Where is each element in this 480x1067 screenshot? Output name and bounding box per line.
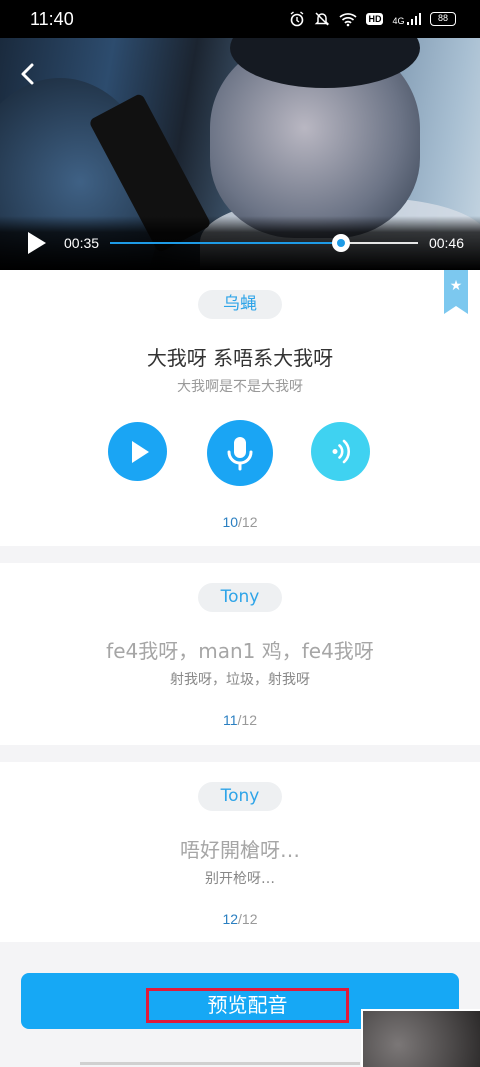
dub-line-card[interactable]: Tony fe4我呀，man1 鸡，fe4我呀 射我呀，垃圾，射我呀 11/12 xyxy=(0,563,480,745)
status-bar: 11:40 HD 4G 88 xyxy=(0,0,480,38)
status-time: 11:40 xyxy=(30,9,74,29)
line-counter: 11/12 xyxy=(0,712,480,728)
signal-icon: 4G xyxy=(392,12,421,26)
duration-time: 00:46 xyxy=(428,235,464,251)
line-index: 11 xyxy=(222,712,238,728)
bookmark-button[interactable]: ★ xyxy=(444,270,468,314)
play-original-button[interactable] xyxy=(108,422,167,481)
dub-line-card: ★ 乌蝇 大我呀 系唔系大我呀 大我啊是不是大我呀 10/12 xyxy=(0,270,480,546)
sound-wave-icon xyxy=(332,439,351,464)
line-total: /12 xyxy=(238,514,258,530)
line-text: 大我呀 系唔系大我呀 xyxy=(146,346,334,370)
current-time: 00:35 xyxy=(64,235,100,251)
line-index: 10 xyxy=(222,514,239,530)
player-controls: 00:35 00:46 xyxy=(0,216,480,270)
play-icon[interactable] xyxy=(28,232,46,254)
wifi-icon xyxy=(339,13,358,27)
alarm-icon xyxy=(291,11,304,27)
line-total: /12 xyxy=(238,911,258,927)
signal-bars-icon xyxy=(407,12,421,25)
preview-dub-label[interactable]: 预览配音 xyxy=(146,988,349,1023)
bottom-divider xyxy=(80,1062,360,1065)
speaker-tag: Tony xyxy=(198,583,282,612)
network-type-label: 4G xyxy=(392,15,405,26)
seek-handle[interactable] xyxy=(332,234,350,252)
line-counter: 10/12 xyxy=(0,514,480,530)
line-index: 12 xyxy=(222,911,239,927)
battery-icon: 88 xyxy=(430,12,456,26)
line-translation: 大我啊是不是大我呀 xyxy=(177,379,303,395)
star-icon: ★ xyxy=(449,278,463,294)
speaker-tag: Tony xyxy=(198,782,282,811)
line-counter: 12/12 xyxy=(0,911,480,927)
line-translation: 射我呀，垃圾，射我呀 xyxy=(170,672,310,688)
line-text: fe4我呀，man1 鸡，fe4我呀 xyxy=(106,639,374,663)
status-icons: HD 4G 88 xyxy=(289,9,456,29)
video-player[interactable]: 00:35 00:46 xyxy=(0,38,480,270)
line-total: /12 xyxy=(237,712,257,728)
record-button[interactable] xyxy=(207,420,273,486)
chevron-left-icon xyxy=(21,63,34,85)
microphone-icon xyxy=(227,437,253,471)
back-button[interactable] xyxy=(14,60,46,92)
hd-icon: HD xyxy=(366,13,384,25)
dub-line-card[interactable]: Tony 唔好開槍呀… 别开枪呀… 12/12 xyxy=(0,762,480,942)
speaker-tag: 乌蝇 xyxy=(198,290,282,319)
line-text: 唔好開槍呀… xyxy=(180,838,300,862)
seek-bar[interactable] xyxy=(110,234,418,252)
seek-bar-progress xyxy=(110,242,341,244)
play-recording-button[interactable] xyxy=(311,422,370,481)
mute-icon xyxy=(315,12,330,26)
line-translation: 别开枪呀… xyxy=(205,871,275,887)
play-icon xyxy=(132,441,149,463)
floating-thumbnail[interactable] xyxy=(361,1009,480,1067)
